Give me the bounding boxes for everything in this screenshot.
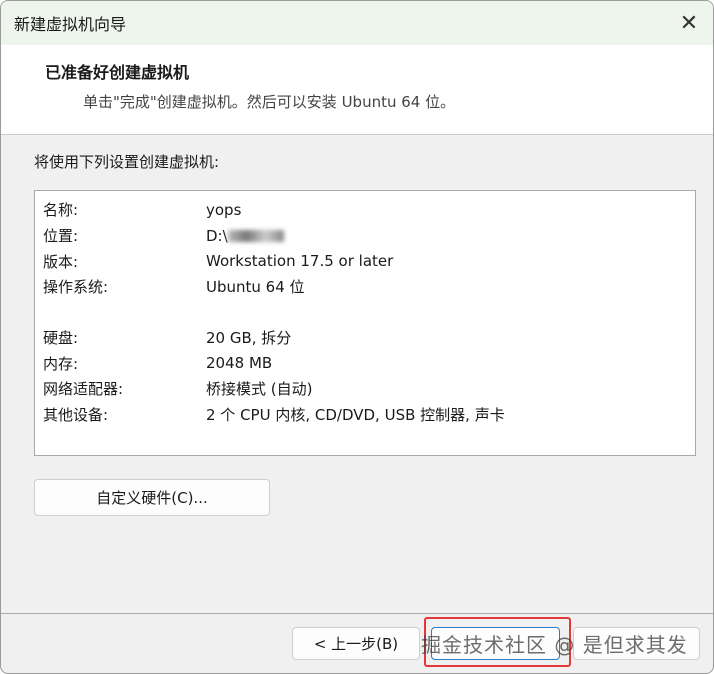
- setting-row-network: 网络适配器: 桥接模式 (自动): [43, 376, 687, 402]
- setting-value: yops: [206, 200, 242, 219]
- wizard-window: 新建虚拟机向导 ✕ 已准备好创建虚拟机 单击"完成"创建虚拟机。然后可以安装 U…: [0, 0, 714, 674]
- setting-row-location: 位置: D:\: [43, 223, 687, 249]
- wizard-header: 已准备好创建虚拟机 单击"完成"创建虚拟机。然后可以安装 Ubuntu 64 位…: [1, 45, 713, 135]
- settings-summary: 名称: yops 位置: D:\ 版本: Workstation 17.5 or la…: [34, 190, 696, 456]
- footer-divider: [1, 613, 713, 614]
- setting-value: 2 个 CPU 内核, CD/DVD, USB 控制器, 声卡: [206, 406, 505, 425]
- setting-key: 网络适配器:: [43, 380, 124, 399]
- redacted-path: [227, 229, 284, 242]
- setting-value: 2048 MB: [206, 354, 273, 373]
- setting-value: D:\: [206, 226, 228, 245]
- window-title: 新建虚拟机向导: [14, 15, 127, 34]
- back-button[interactable]: < 上一步(B): [292, 627, 420, 660]
- setting-key: 内存:: [43, 354, 79, 373]
- setting-row-disk: 硬盘: 20 GB, 拆分: [43, 325, 687, 351]
- summary-lead: 将使用下列设置创建虚拟机:: [34, 153, 220, 171]
- close-icon[interactable]: ✕: [673, 7, 705, 39]
- setting-value: Ubuntu 64 位: [206, 278, 305, 297]
- setting-key: 其他设备:: [43, 406, 109, 425]
- setting-key: 名称:: [43, 201, 79, 220]
- setting-row-memory: 内存: 2048 MB: [43, 350, 687, 376]
- watermark: 掘金技术社区 @ 是但求其发: [421, 633, 688, 657]
- setting-key: 硬盘:: [43, 329, 79, 348]
- setting-row-name: 名称: yops: [43, 197, 687, 223]
- setting-value: 桥接模式 (自动): [206, 380, 313, 399]
- setting-value: Workstation 17.5 or later: [206, 252, 394, 271]
- page-subtitle: 单击"完成"创建虚拟机。然后可以安装 Ubuntu 64 位。: [83, 93, 456, 111]
- setting-row-os: 操作系统: Ubuntu 64 位: [43, 274, 687, 300]
- setting-key: 操作系统:: [43, 278, 109, 297]
- setting-row-version: 版本: Workstation 17.5 or later: [43, 248, 687, 274]
- customize-hardware-button[interactable]: 自定义硬件(C)...: [34, 479, 270, 516]
- setting-key: 位置:: [43, 227, 79, 246]
- setting-value: 20 GB, 拆分: [206, 329, 292, 348]
- page-title: 已准备好创建虚拟机: [45, 63, 190, 82]
- setting-row-devices: 其他设备: 2 个 CPU 内核, CD/DVD, USB 控制器, 声卡: [43, 402, 687, 428]
- title-bar: 新建虚拟机向导 ✕: [1, 1, 713, 45]
- setting-key: 版本:: [43, 252, 79, 271]
